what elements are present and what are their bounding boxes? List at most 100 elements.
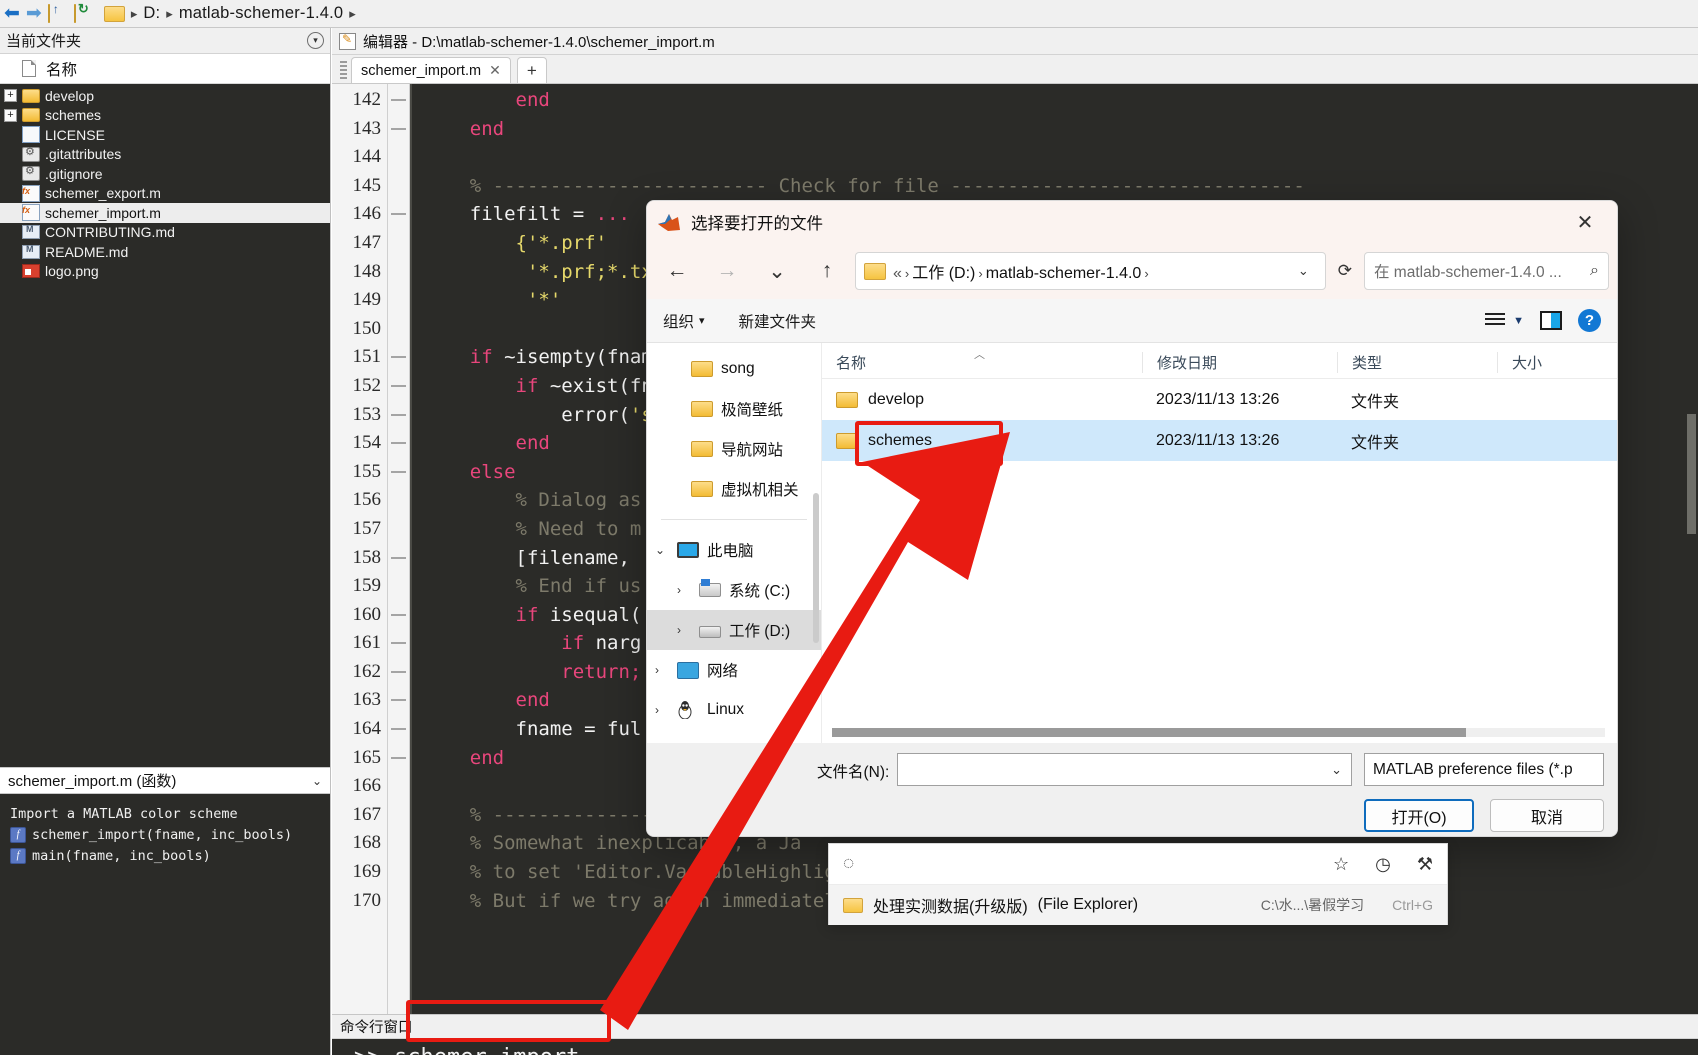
code-fold-column[interactable]: — — — — — — — — — — — — — — — [388, 84, 410, 1014]
forward-arrow-icon[interactable]: → [705, 251, 749, 291]
close-icon[interactable]: ✕ [489, 62, 501, 79]
expand-icon[interactable]: + [4, 89, 17, 103]
current-folder-file-list[interactable]: + develop + schemes LICENSE .gitattributes .gi… [0, 84, 330, 767]
sidebar-quick-item[interactable]: 虚拟机相关 [647, 469, 821, 509]
back-arrow-icon[interactable]: ⬅ [4, 4, 20, 23]
organize-button[interactable]: 组织 ▾ [663, 310, 705, 332]
current-folder-item[interactable]: logo.png [0, 262, 330, 282]
sidebar-quick-item[interactable]: 极简壁纸 [647, 389, 821, 429]
tab-grip-handle[interactable] [340, 61, 347, 79]
sidebar-quick-item[interactable]: song [647, 349, 821, 389]
favorite-icon[interactable]: ☆ [1333, 854, 1349, 875]
fold-marker[interactable]: — [388, 200, 409, 229]
fold-marker[interactable] [388, 286, 409, 315]
search-input[interactable]: 在 matlab-schemer-1.4.0 ... ⌕ [1364, 252, 1609, 290]
command-input-text[interactable]: schemer_import [394, 1045, 579, 1055]
sidebar-tree-item[interactable]: › 工作 (D:) [647, 610, 821, 650]
fold-marker[interactable]: — [388, 401, 409, 430]
chevron-right-icon[interactable]: › [655, 703, 669, 717]
editor-scrollbar[interactable] [1685, 84, 1698, 1014]
chevron-down-icon[interactable]: ⌄ [655, 543, 669, 557]
list-view-icon[interactable] [1485, 313, 1506, 328]
table-row[interactable]: schemes 2023/11/13 13:26 文件夹 [822, 420, 1617, 461]
fold-marker[interactable]: — [388, 658, 409, 687]
function-list-item[interactable]: f main(fname, inc_bools) [10, 845, 330, 866]
column-header-date[interactable]: 修改日期 [1142, 352, 1337, 373]
fold-marker[interactable]: — [388, 429, 409, 458]
panel-options-icon[interactable]: ▾ [307, 32, 324, 49]
scrollbar-thumb[interactable] [832, 728, 1466, 737]
windows-search-flyout[interactable]: ◌ ☆ ◷ ⚒ 处理实测数据(升级版) (File Explorer) C:\水… [828, 843, 1448, 925]
fold-marker[interactable] [388, 772, 409, 801]
function-list-item[interactable]: f schemer_import(fname, inc_bools) [10, 824, 330, 845]
fold-marker[interactable] [388, 229, 409, 258]
chevron-right-icon[interactable]: › [677, 623, 691, 637]
table-row[interactable]: develop 2023/11/13 13:26 文件夹 [822, 379, 1617, 420]
address-crumb-drive[interactable]: 工作 (D:) [912, 265, 975, 282]
sidebar-quick-item[interactable]: 导航网站 [647, 429, 821, 469]
tools-icon[interactable]: ⚒ [1417, 854, 1433, 875]
fold-marker[interactable] [388, 315, 409, 344]
address-bar[interactable]: «› 工作 (D:) › matlab-schemer-1.4.0 › ⌄ [855, 252, 1326, 290]
filename-input[interactable]: ⌄ [897, 753, 1352, 786]
new-tab-button[interactable]: + [516, 57, 547, 83]
fold-marker[interactable]: — [388, 715, 409, 744]
dialog-sidebar[interactable]: song 极简壁纸 导航网站 虚拟机相关 ⌄ 此电脑 › 系统 (C:) › 工作 (D:) › 网络… [647, 343, 822, 743]
code-line[interactable]: % ------------------------ Check for fil… [412, 172, 1698, 201]
tab-schemer-import[interactable]: schemer_import.m ✕ [351, 57, 511, 83]
current-folder-item[interactable]: + schemes [0, 106, 330, 126]
code-line[interactable] [412, 143, 1698, 172]
fold-marker[interactable] [388, 486, 409, 515]
chevron-down-icon[interactable]: ⌄ [1331, 762, 1351, 778]
current-folder-item[interactable]: CONTRIBUTING.md [0, 223, 330, 243]
fold-marker[interactable] [388, 572, 409, 601]
fold-marker[interactable] [388, 515, 409, 544]
folder-refresh-icon[interactable] [73, 3, 94, 23]
chevron-right-icon[interactable]: › [677, 583, 691, 597]
code-line[interactable]: end [412, 86, 1698, 115]
flyout-result-row[interactable]: 处理实测数据(升级版) (File Explorer) C:\水...\暑假学习… [829, 885, 1447, 925]
sidebar-tree-item[interactable]: ⌄ 此电脑 [647, 530, 821, 570]
expand-icon[interactable]: + [4, 108, 17, 122]
fold-marker[interactable]: — [388, 372, 409, 401]
current-folder-item[interactable]: schemer_import.m [0, 203, 330, 223]
file-detail-header[interactable]: schemer_import.m (函数) ⌄ [0, 767, 330, 794]
sidebar-tree-item[interactable]: › 网络 [647, 650, 821, 690]
folder-up-icon[interactable] [47, 3, 68, 23]
chevron-down-icon[interactable]: ⌄ [312, 774, 322, 788]
column-header-type[interactable]: 类型 [1337, 352, 1497, 373]
file-list-horizontal-scrollbar[interactable] [832, 728, 1605, 737]
up-arrow-icon[interactable]: ↑ [805, 251, 849, 291]
fold-marker[interactable]: — [388, 629, 409, 658]
current-folder-item[interactable]: README.md [0, 242, 330, 262]
fold-marker[interactable]: — [388, 458, 409, 487]
fold-marker[interactable]: — [388, 115, 409, 144]
open-button[interactable]: 打开(O) [1364, 799, 1474, 832]
current-folder-item[interactable]: schemer_export.m [0, 184, 330, 204]
chevron-down-icon[interactable]: ⌄ [1290, 263, 1317, 279]
forward-arrow-icon[interactable]: ➡ [26, 4, 42, 23]
dialog-file-list[interactable]: 名称 ︿ 修改日期 类型 大小 develop 2023/11/13 13:26 文… [822, 343, 1617, 743]
search-icon[interactable]: ⌕ [1590, 262, 1599, 280]
fold-marker[interactable]: — [388, 601, 409, 630]
search-recent-icon[interactable]: ◌ [843, 853, 854, 875]
sidebar-tree-item[interactable]: › Linux [647, 690, 821, 730]
fold-marker[interactable]: — [388, 686, 409, 715]
fold-marker[interactable] [388, 143, 409, 172]
sidebar-tree-item[interactable]: › 系统 (C:) [647, 570, 821, 610]
command-window-body[interactable]: >> schemer_import fx [332, 1039, 1698, 1055]
help-icon[interactable]: ? [1578, 309, 1601, 332]
close-icon[interactable]: ✕ [1563, 202, 1607, 242]
fold-marker[interactable]: — [388, 86, 409, 115]
preview-pane-icon[interactable] [1540, 311, 1562, 330]
code-line[interactable]: end [412, 115, 1698, 144]
fold-marker[interactable]: — [388, 544, 409, 573]
scrollbar-thumb[interactable] [1687, 414, 1696, 534]
new-folder-button[interactable]: 新建文件夹 [739, 310, 817, 332]
fold-marker[interactable] [388, 258, 409, 287]
current-folder-item[interactable]: .gitignore [0, 164, 330, 184]
fold-marker[interactable] [388, 887, 409, 916]
breadcrumb-drive[interactable]: D: [143, 4, 160, 23]
fold-marker[interactable] [388, 858, 409, 887]
fold-marker[interactable]: — [388, 744, 409, 773]
